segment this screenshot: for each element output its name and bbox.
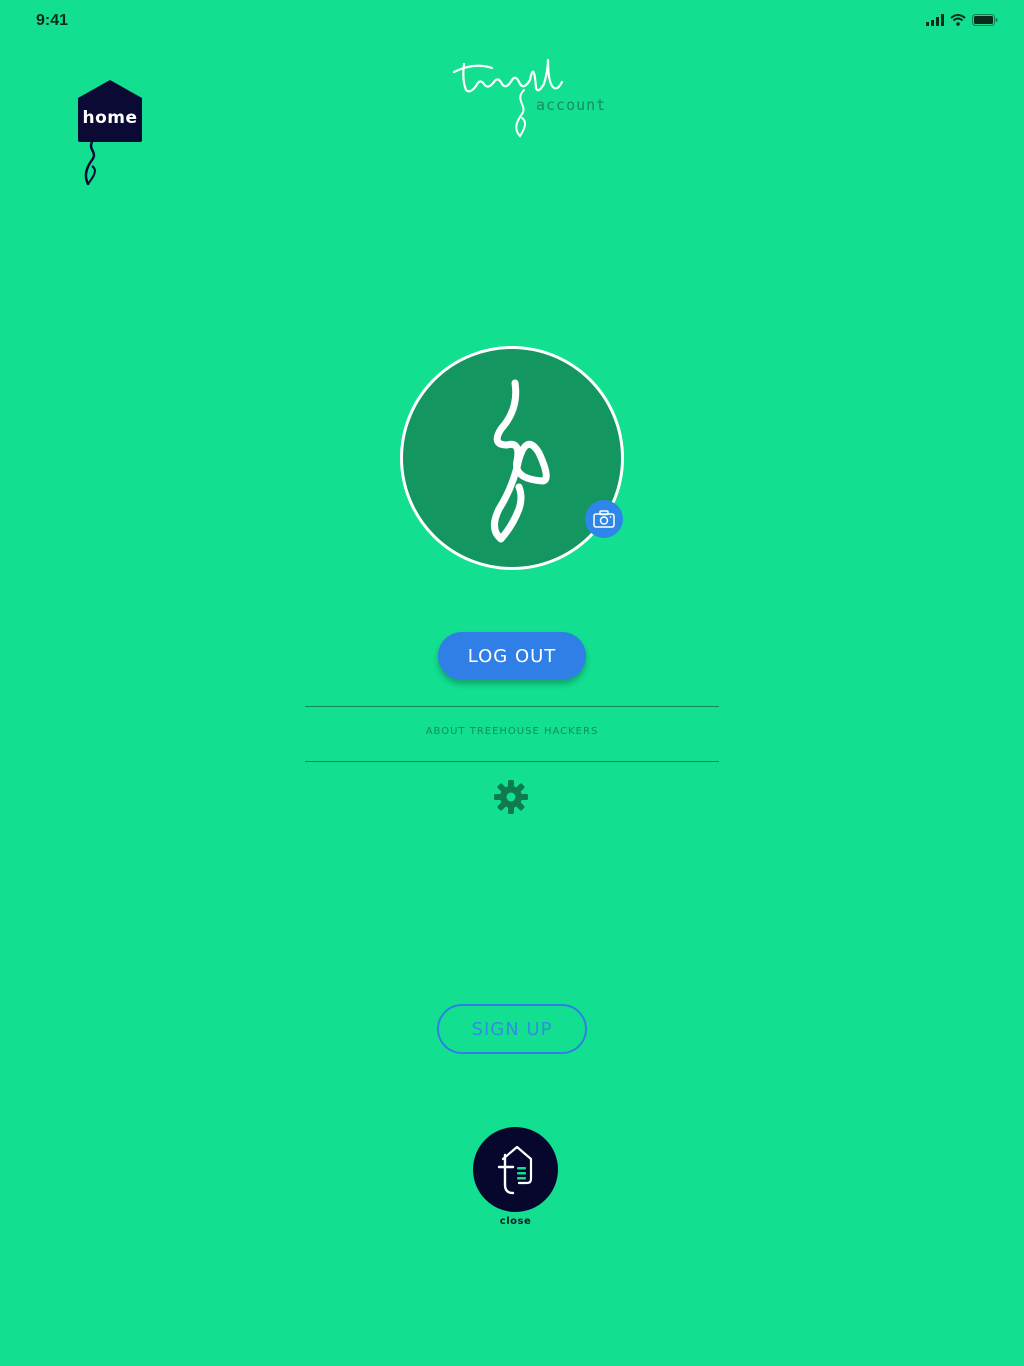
home-button[interactable]: home xyxy=(78,80,142,188)
treehouse-icon xyxy=(497,1145,533,1195)
status-time: 9:41 xyxy=(36,12,69,29)
change-photo-button[interactable] xyxy=(585,500,623,538)
battery-icon xyxy=(972,14,998,26)
divider xyxy=(305,761,719,762)
signal-icon xyxy=(926,14,944,26)
close-button[interactable] xyxy=(473,1127,558,1212)
home-tag-icon xyxy=(78,80,142,186)
logo-subtitle: account xyxy=(536,96,607,114)
treeple-logo: account xyxy=(444,50,614,140)
wifi-icon xyxy=(950,14,966,26)
sprout-icon xyxy=(491,379,550,543)
close-label: close xyxy=(499,1216,532,1227)
camera-icon xyxy=(593,510,615,528)
logout-button[interactable]: LOG OUT xyxy=(438,632,586,680)
profile-avatar[interactable] xyxy=(400,346,624,570)
settings-button[interactable] xyxy=(493,779,529,815)
about-link[interactable]: ABOUT TREEHOUSE HACKERS xyxy=(305,726,719,737)
gear-icon xyxy=(494,780,528,814)
status-icons xyxy=(926,14,998,26)
divider xyxy=(305,706,719,707)
status-bar: 9:41 xyxy=(0,0,1024,40)
signup-button[interactable]: SIGN UP xyxy=(437,1004,587,1054)
treeple-wordmark-icon xyxy=(452,58,564,138)
home-label: home xyxy=(82,108,138,128)
